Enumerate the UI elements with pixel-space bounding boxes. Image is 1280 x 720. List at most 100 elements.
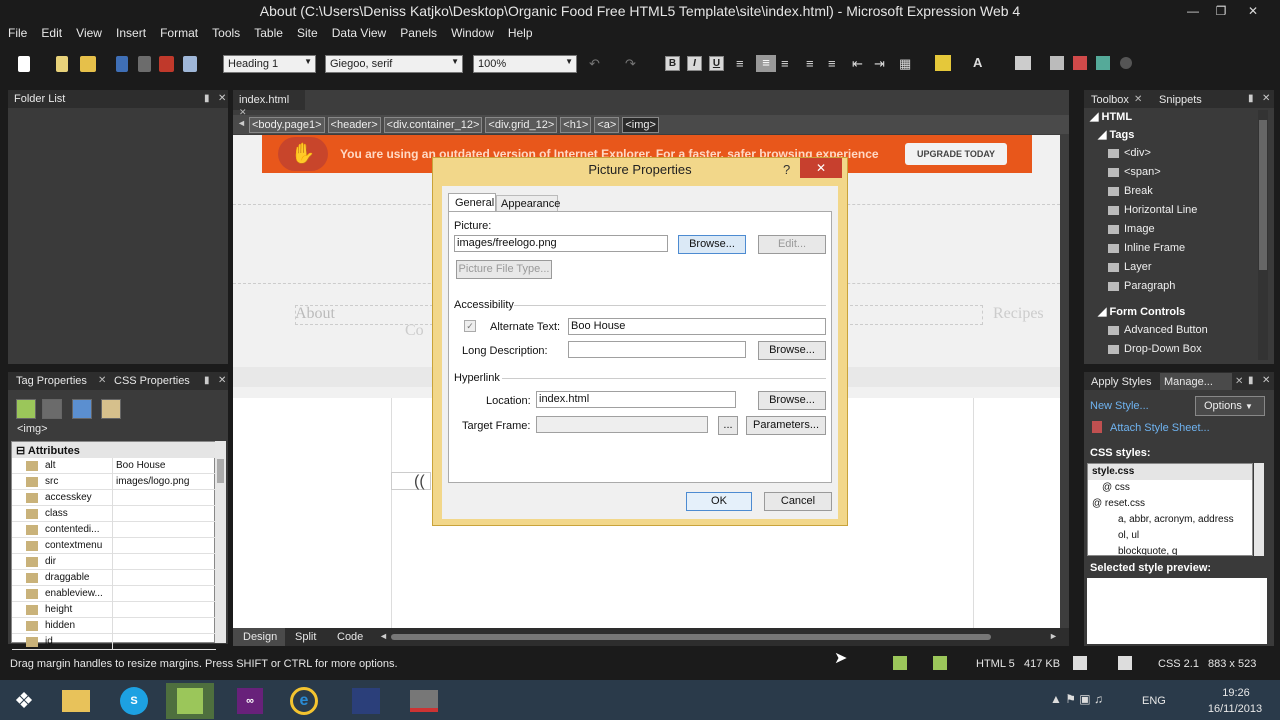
attribute-value[interactable] [112,554,216,570]
attribute-row[interactable]: alt Boo House [12,458,216,474]
preview-icon[interactable] [183,56,197,72]
menu-insert[interactable]: Insert [108,24,146,40]
attribute-row[interactable]: enableview... [12,586,216,602]
attributes-scrollbar[interactable] [215,441,226,643]
target-frame-input[interactable] [536,416,708,433]
close-icon[interactable]: ✕ [1262,93,1270,104]
close-icon[interactable]: ✕ [98,375,106,386]
attribute-row[interactable]: dir [12,554,216,570]
close-icon[interactable]: ✕ [1134,94,1142,105]
target-frame-picker-button[interactable]: ... [718,416,738,435]
picture-file-type-button[interactable]: Picture File Type... [456,260,552,279]
options-button[interactable]: Options ▼ [1195,396,1265,416]
alt-text-input[interactable]: Boo House [568,318,826,335]
css-tree-row[interactable]: @ css [1088,480,1252,496]
parameters-button[interactable]: Parameters... [746,416,826,435]
attribute-row[interactable]: src images/logo.png [12,474,216,490]
toolbox-item[interactable]: Break [1108,185,1153,197]
attach-style-sheet-link[interactable]: Attach Style Sheet... [1110,422,1210,434]
bold-button[interactable]: B [665,56,680,71]
css-tree-row[interactable]: blockquote, q [1088,544,1252,555]
clock-time[interactable]: 19:26 [1206,687,1266,699]
new-site-icon[interactable] [56,56,68,72]
close-icon[interactable]: ✕ [1262,375,1270,386]
attribute-row[interactable]: class [12,506,216,522]
pin-icon[interactable]: ▮ [1248,375,1254,386]
attribute-value[interactable] [112,522,216,538]
location-browse-button[interactable]: Browse... [758,391,826,410]
tab-design[interactable]: Design [233,628,285,646]
chevron-right-icon[interactable]: ► [1049,631,1058,641]
save-icon[interactable] [116,56,128,72]
attribute-row[interactable]: contextmenu [12,538,216,554]
highlight-icon[interactable] [935,55,951,71]
attribute-row[interactable]: height [12,602,216,618]
input-language[interactable]: ENG [1142,695,1166,707]
edit-button[interactable]: Edit... [758,235,826,254]
toolbox-item[interactable]: <div> [1108,147,1151,159]
attribute-value[interactable]: images/logo.png [112,474,216,490]
indent-icon[interactable]: ⇥ [874,56,885,72]
tab-snippets[interactable]: Snippets [1159,94,1202,106]
pin-icon[interactable]: ▮ [204,93,210,104]
alt-text-checkbox[interactable]: ✓ [464,320,476,332]
attribute-row[interactable]: hidden [12,618,216,634]
italic-button[interactable]: I [687,56,702,71]
menu-table[interactable]: Table [246,24,283,40]
movie-maker-button[interactable] [342,683,390,719]
tab-css-properties[interactable]: CSS Properties [114,375,190,387]
tags-group[interactable]: ◢ Tags [1098,128,1134,141]
tab-apply-styles[interactable]: Apply Styles [1091,376,1152,388]
html-group[interactable]: ◢ HTML [1090,110,1132,123]
vertical-scrollbar[interactable] [1060,135,1069,630]
redo-icon[interactable]: ↷ [625,56,636,72]
attribute-row[interactable]: id [12,634,216,650]
breadcrumb-item[interactable]: <div.grid_12> [485,116,558,133]
tab-tag-properties[interactable]: Tag Properties [16,375,87,387]
breadcrumb-item[interactable]: <header> [327,116,381,133]
tab-appearance[interactable]: Appearance [496,195,560,212]
undo-icon[interactable]: ↶ [589,56,600,72]
close-icon[interactable]: ✕ [218,93,226,104]
outdent-icon[interactable]: ⇤ [852,56,863,72]
pin-icon[interactable]: ▮ [1248,93,1254,104]
tab-code[interactable]: Code [337,631,363,643]
tab-manage-styles[interactable]: Manage... [1160,373,1232,390]
delete-image-icon[interactable] [1073,56,1087,70]
style-select[interactable]: Heading 1 ▼ [223,55,316,73]
menu-window[interactable]: Window [443,24,494,40]
menu-view[interactable]: View [68,24,102,40]
save-all-icon[interactable] [138,56,151,72]
attribute-value[interactable] [112,570,216,586]
close-icon[interactable]: ✕ [1235,376,1243,387]
screen-recorder-button[interactable] [400,683,448,719]
picture-browse-button[interactable]: Browse... [678,235,746,254]
css-tree-row[interactable]: a, abbr, acronym, address [1088,512,1252,528]
picture-input[interactable]: images/freelogo.png [454,235,668,252]
page-dimensions[interactable]: 883 x 523 [1208,658,1256,670]
html-version[interactable]: HTML 5 [976,658,1015,670]
toolbox-item[interactable]: Image [1108,223,1155,235]
toolbox-scrollbar[interactable] [1258,110,1268,360]
close-window-button[interactable]: ✕ [1240,2,1266,20]
file-explorer-button[interactable] [52,683,100,719]
underline-button[interactable]: U [709,56,724,71]
tab-toolbox[interactable]: Toolbox [1091,94,1129,106]
align-center-icon[interactable]: ≡ [756,55,776,72]
borders-icon[interactable]: ▦ [899,56,911,72]
help-button[interactable]: ? [783,162,790,177]
toolbox-item[interactable]: Drop-Down Box [1108,343,1202,355]
menu-help[interactable]: Help [500,24,533,40]
clock-date[interactable]: 16/11/2013 [1200,703,1270,715]
css-tree-row[interactable]: @ reset.css [1088,496,1252,512]
zoom-select[interactable]: 100% ▼ [473,55,577,73]
attribute-value[interactable] [112,618,216,634]
open-folder-icon[interactable] [80,56,96,72]
font-color-icon[interactable]: A [973,55,982,70]
align-right-icon[interactable]: ≡ [781,56,789,71]
attribute-row[interactable]: accesskey [12,490,216,506]
layers-icon[interactable] [1015,56,1031,70]
menu-edit[interactable]: Edit [33,24,62,40]
restore-button[interactable]: ❐ [1208,2,1234,20]
ok-button[interactable]: OK [686,492,752,511]
